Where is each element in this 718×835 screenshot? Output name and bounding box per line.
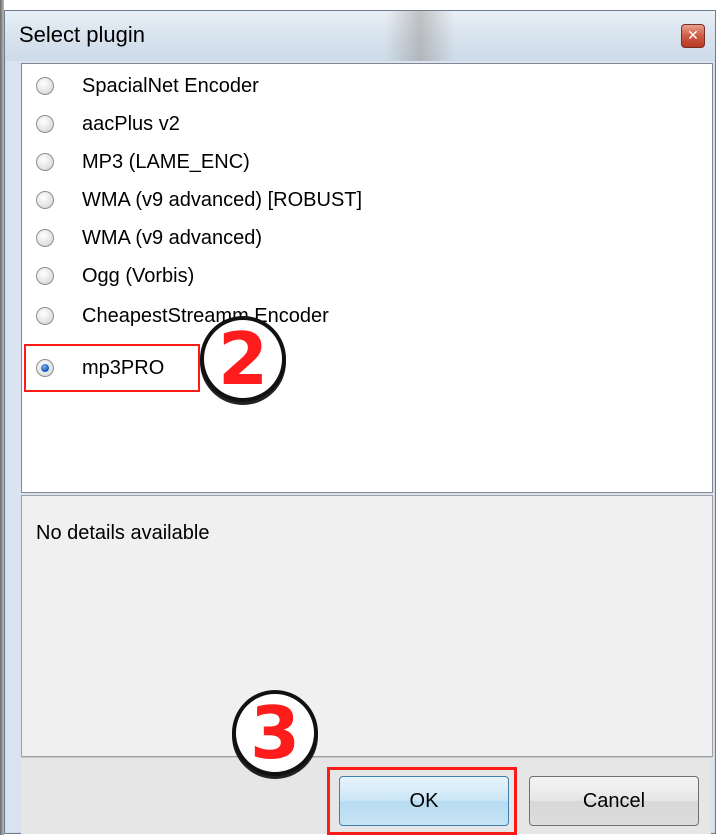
details-text: No details available	[36, 522, 210, 544]
radio-icon[interactable]	[36, 307, 54, 325]
step-3-highlight	[327, 767, 517, 835]
plugin-option-ogg[interactable]: Ogg (Vorbis)	[36, 262, 194, 290]
plugin-option-mp3-lame[interactable]: MP3 (LAME_ENC)	[36, 148, 250, 176]
plugin-option-wma-robust[interactable]: WMA (v9 advanced) [ROBUST]	[36, 186, 362, 214]
plugin-option-aacplus[interactable]: aacPlus v2	[36, 110, 180, 138]
radio-icon[interactable]	[36, 229, 54, 247]
radio-icon[interactable]	[36, 267, 54, 285]
dialog-title: Select plugin	[19, 22, 145, 47]
close-button[interactable]: ✕	[681, 24, 705, 48]
radio-icon[interactable]	[36, 191, 54, 209]
title-bar[interactable]: Select plugin ✕	[5, 11, 715, 61]
plugin-label: aacPlus v2	[82, 112, 180, 135]
close-icon: ✕	[687, 27, 699, 43]
plugin-label: Ogg (Vorbis)	[82, 264, 195, 287]
plugin-option-cheapeststream[interactable]: CheapestStreamm Encoder	[36, 302, 329, 330]
plugin-option-spacialnet[interactable]: SpacialNet Encoder	[36, 72, 259, 100]
step-2-badge: 2	[200, 316, 286, 402]
title-bar-glass	[385, 11, 455, 61]
radio-icon[interactable]	[36, 153, 54, 171]
plugin-label: CheapestStreamm Encoder	[82, 304, 329, 327]
plugin-label: WMA (v9 advanced)	[82, 226, 263, 249]
radio-icon[interactable]	[36, 77, 54, 95]
plugin-label: SpacialNet Encoder	[82, 74, 259, 97]
plugin-list: SpacialNet Encoder aacPlus v2 MP3 (LAME_…	[21, 63, 713, 493]
plugin-label: WMA (v9 advanced) [ROBUST]	[82, 188, 363, 211]
plugin-option-wma[interactable]: WMA (v9 advanced)	[36, 224, 262, 252]
step-2-highlight	[24, 344, 200, 392]
radio-icon[interactable]	[36, 115, 54, 133]
step-3-badge: 3	[232, 690, 318, 776]
plugin-label: MP3 (LAME_ENC)	[82, 150, 250, 173]
cancel-button[interactable]: Cancel	[529, 776, 699, 826]
select-plugin-dialog: Select plugin ✕ SpacialNet Encoder aacPl…	[4, 10, 716, 835]
details-panel: No details available	[21, 495, 713, 757]
